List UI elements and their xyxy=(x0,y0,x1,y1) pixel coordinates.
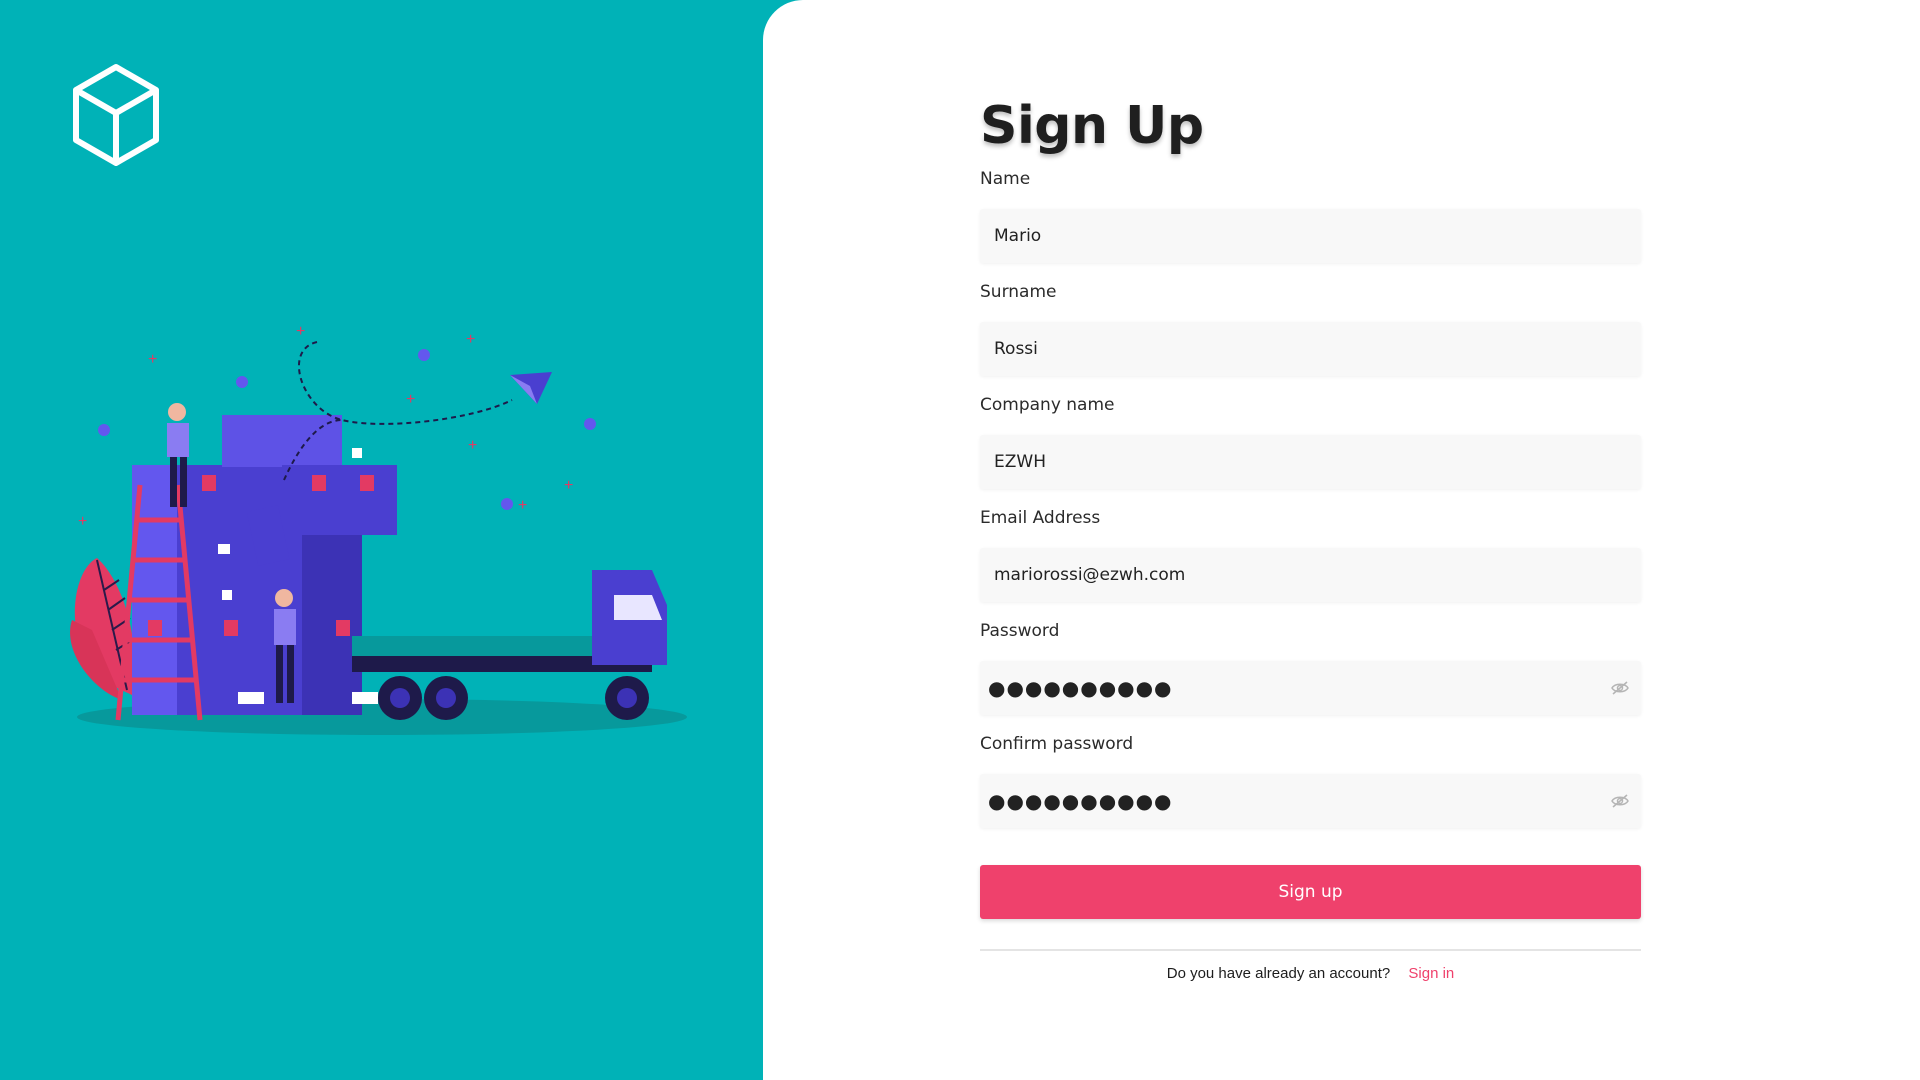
signup-form: Sign Up Name Surname Company name Email … xyxy=(980,90,1641,982)
company-field-group: Company name xyxy=(980,392,1641,489)
company-input[interactable] xyxy=(980,435,1641,489)
surname-field-group: Surname xyxy=(980,279,1641,376)
svg-text:+: + xyxy=(78,513,87,530)
company-label: Company name xyxy=(980,395,1115,415)
svg-text:+: + xyxy=(406,391,415,408)
svg-text:+: + xyxy=(468,437,477,454)
svg-text:+: + xyxy=(466,331,475,348)
surname-label: Surname xyxy=(980,282,1057,302)
cube-icon xyxy=(73,64,159,166)
warehouse-truck-illustration: + + + + + + + + xyxy=(70,323,687,735)
name-input[interactable] xyxy=(980,209,1641,263)
truck xyxy=(352,570,667,720)
page-title: Sign Up xyxy=(980,96,1204,156)
signin-prompt-text: Do you have already an account? xyxy=(1166,965,1391,982)
confirm-password-label: Confirm password xyxy=(980,734,1134,754)
name-field-group: Name xyxy=(980,166,1641,263)
svg-text:+: + xyxy=(564,477,573,494)
signup-button[interactable]: Sign up xyxy=(980,865,1641,919)
illustration-panel: + + + + + + + + xyxy=(0,0,763,1080)
signin-link[interactable]: Sign in xyxy=(1408,965,1454,982)
password-field-group: Password xyxy=(980,618,1641,715)
name-label: Name xyxy=(980,169,1031,189)
surname-input[interactable] xyxy=(980,322,1641,376)
divider xyxy=(980,949,1641,951)
confirm-password-field-group: Confirm password xyxy=(980,731,1641,828)
email-label: Email Address xyxy=(980,508,1101,528)
email-field-group: Email Address xyxy=(980,505,1641,602)
confirm-password-input[interactable] xyxy=(980,774,1641,828)
password-label: Password xyxy=(980,621,1060,641)
signin-prompt: Do you have already an account? Sign in xyxy=(980,965,1641,982)
svg-text:+: + xyxy=(518,497,527,514)
eye-off-icon[interactable] xyxy=(1611,792,1629,810)
email-input[interactable] xyxy=(980,548,1641,602)
svg-text:+: + xyxy=(148,351,157,368)
svg-text:+: + xyxy=(296,323,305,340)
signup-panel: Sign Up Name Surname Company name Email … xyxy=(763,0,1920,1080)
eye-off-icon[interactable] xyxy=(1611,679,1629,697)
password-input[interactable] xyxy=(980,661,1641,715)
